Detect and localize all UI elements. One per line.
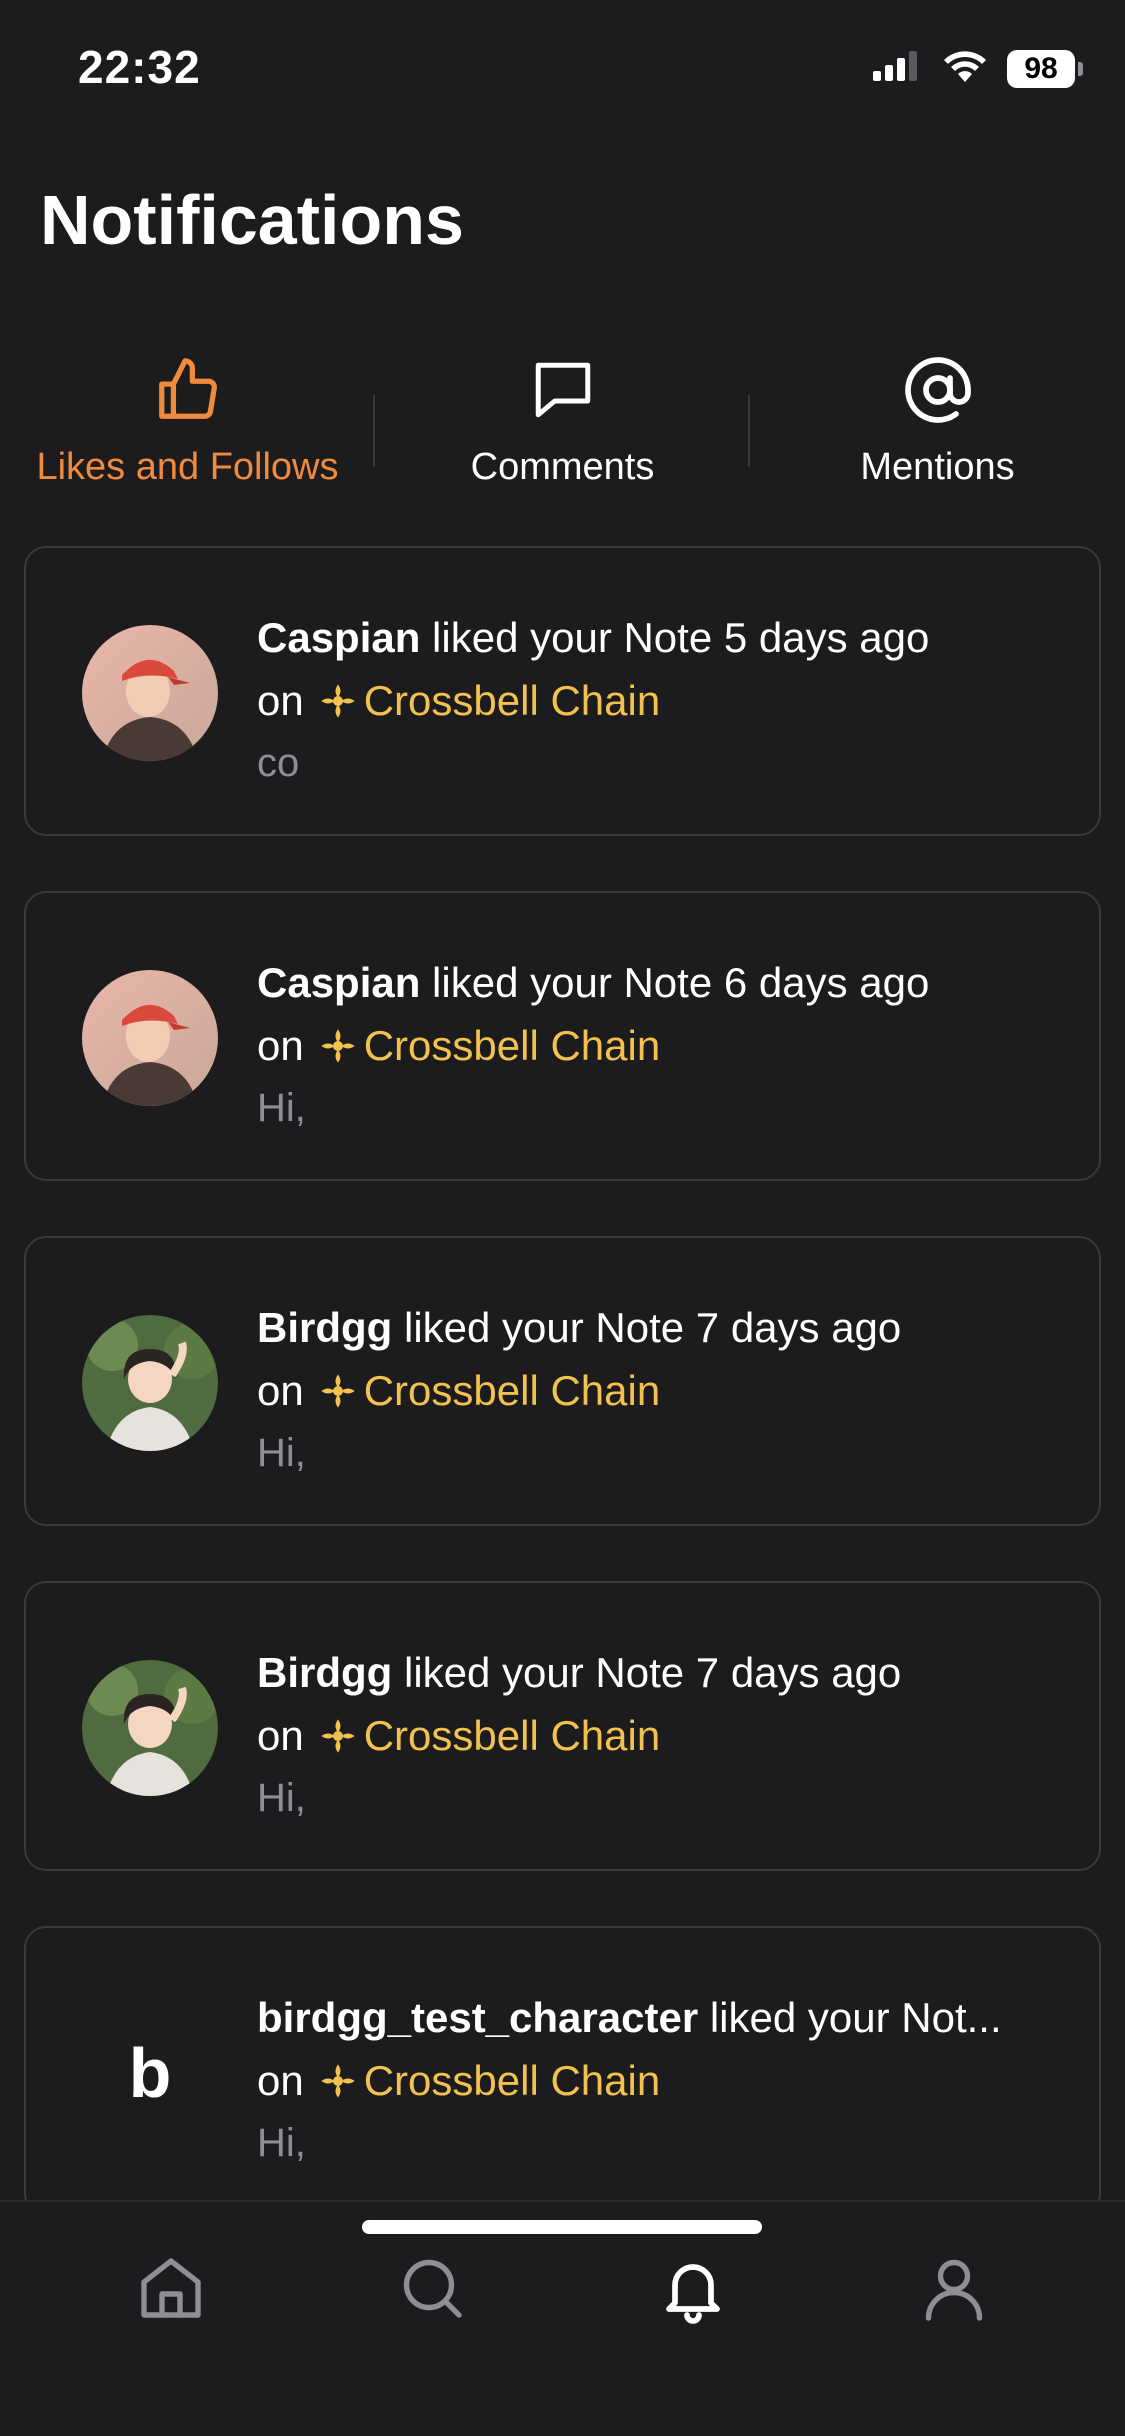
at-icon xyxy=(902,350,974,430)
status-icons: 98 xyxy=(873,48,1083,89)
tab-mentions[interactable]: Mentions xyxy=(750,350,1125,510)
on-label: on xyxy=(257,1712,304,1759)
chain-link[interactable]: Crossbell Chain xyxy=(364,1359,660,1422)
notification-text: Birdgg liked your Note 7 days ago on Cro… xyxy=(257,1296,1077,1485)
on-label: on xyxy=(257,1022,304,1069)
notification-action: liked your Note 7 days ago xyxy=(392,1304,902,1351)
crossbell-icon xyxy=(318,1371,358,1411)
user-name[interactable]: Caspian xyxy=(257,959,420,1006)
bell-icon xyxy=(657,2252,729,2329)
tab-label: Likes and Follows xyxy=(36,446,339,488)
chain-link[interactable]: Crossbell Chain xyxy=(364,2049,660,2112)
home-indicator[interactable] xyxy=(362,2220,762,2234)
note-preview: Hi, xyxy=(257,1086,306,1130)
avatar-letter[interactable]: b xyxy=(82,2005,218,2141)
notification-source: on Crossbell Chain xyxy=(257,1014,1077,1077)
nav-notifications[interactable] xyxy=(633,2240,753,2340)
notification-headline: Birdgg liked your Note 7 days ago xyxy=(257,1296,1077,1359)
notification-action: liked your Note 5 days ago xyxy=(420,614,930,661)
notification-headline: Caspian liked your Note 5 days ago xyxy=(257,606,1077,669)
note-preview: co xyxy=(257,741,300,785)
notification-card[interactable]: b birdgg_test_character liked your Not..… xyxy=(24,1926,1101,2216)
wifi-icon xyxy=(941,48,989,89)
chain-link[interactable]: Crossbell Chain xyxy=(364,1014,660,1077)
notification-list: Caspian liked your Note 5 days ago on Cr… xyxy=(24,546,1101,2271)
notification-headline: birdgg_test_character liked your Not... xyxy=(257,1986,1077,2049)
signal-icon xyxy=(873,49,923,88)
notification-card[interactable]: Birdgg liked your Note 7 days ago on Cro… xyxy=(24,1236,1101,1526)
notifications-screen: 22:32 98 Notifications Likes and Follows… xyxy=(0,0,1125,2436)
note-preview: Hi, xyxy=(257,1776,306,1820)
nav-profile[interactable] xyxy=(894,2240,1014,2340)
notification-source: on Crossbell Chain xyxy=(257,669,1077,732)
crossbell-icon xyxy=(318,681,358,721)
battery-level: 98 xyxy=(1007,49,1075,88)
nav-search[interactable] xyxy=(372,2240,492,2340)
crossbell-icon xyxy=(318,2061,358,2101)
thumbs-up-icon xyxy=(153,350,223,430)
notification-text: Caspian liked your Note 6 days ago on Cr… xyxy=(257,951,1077,1140)
on-label: on xyxy=(257,2057,304,2104)
notification-text: Birdgg liked your Note 7 days ago on Cro… xyxy=(257,1641,1077,1830)
notification-headline: Birdgg liked your Note 7 days ago xyxy=(257,1641,1077,1704)
crossbell-icon xyxy=(318,1026,358,1066)
tab-label: Comments xyxy=(470,446,655,488)
notification-card[interactable]: Birdgg liked your Note 7 days ago on Cro… xyxy=(24,1581,1101,1871)
notification-source: on Crossbell Chain xyxy=(257,1704,1077,1767)
user-name[interactable]: birdgg_test_character xyxy=(257,1994,698,2041)
tab-comments[interactable]: Comments xyxy=(375,350,750,510)
bottom-nav xyxy=(0,2200,1125,2436)
notification-headline: Caspian liked your Note 6 days ago xyxy=(257,951,1077,1014)
avatar-caspian[interactable] xyxy=(82,970,218,1106)
notification-card[interactable]: Caspian liked your Note 5 days ago on Cr… xyxy=(24,546,1101,836)
notification-source: on Crossbell Chain xyxy=(257,2049,1077,2112)
status-time: 22:32 xyxy=(78,41,201,93)
battery-icon: 98 xyxy=(1007,49,1083,88)
page-title: Notifications xyxy=(40,181,464,259)
notification-source: on Crossbell Chain xyxy=(257,1359,1077,1422)
comment-icon xyxy=(530,350,596,430)
avatar-birdgg[interactable] xyxy=(82,1660,218,1796)
notification-text: Caspian liked your Note 5 days ago on Cr… xyxy=(257,606,1077,795)
note-preview: Hi, xyxy=(257,1431,306,1475)
tab-label: Mentions xyxy=(860,446,1015,488)
bottom-nav-items xyxy=(0,2240,1125,2340)
on-label: on xyxy=(257,677,304,724)
crossbell-icon xyxy=(318,1716,358,1756)
on-label: on xyxy=(257,1367,304,1414)
profile-icon xyxy=(918,2252,990,2329)
search-icon xyxy=(396,2252,468,2329)
avatar-birdgg[interactable] xyxy=(82,1315,218,1451)
home-icon xyxy=(135,2252,207,2329)
nav-home[interactable] xyxy=(111,2240,231,2340)
notification-action: liked your Note 6 days ago xyxy=(420,959,930,1006)
notification-text: birdgg_test_character liked your Not... … xyxy=(257,1986,1077,2175)
chain-link[interactable]: Crossbell Chain xyxy=(364,1704,660,1767)
notification-action: liked your Note 7 days ago xyxy=(392,1649,902,1696)
chain-link[interactable]: Crossbell Chain xyxy=(364,669,660,732)
note-preview: Hi, xyxy=(257,2121,306,2165)
tab-likes-and-follows[interactable]: Likes and Follows xyxy=(0,350,375,510)
notification-action: liked your Not... xyxy=(698,1994,1002,2041)
notification-tabs: Likes and Follows Comments Mentions xyxy=(0,350,1125,510)
user-name[interactable]: Caspian xyxy=(257,614,420,661)
status-bar: 22:32 98 xyxy=(0,0,1125,130)
user-name[interactable]: Birdgg xyxy=(257,1649,392,1696)
user-name[interactable]: Birdgg xyxy=(257,1304,392,1351)
avatar-caspian[interactable] xyxy=(82,625,218,761)
notification-card[interactable]: Caspian liked your Note 6 days ago on Cr… xyxy=(24,891,1101,1181)
